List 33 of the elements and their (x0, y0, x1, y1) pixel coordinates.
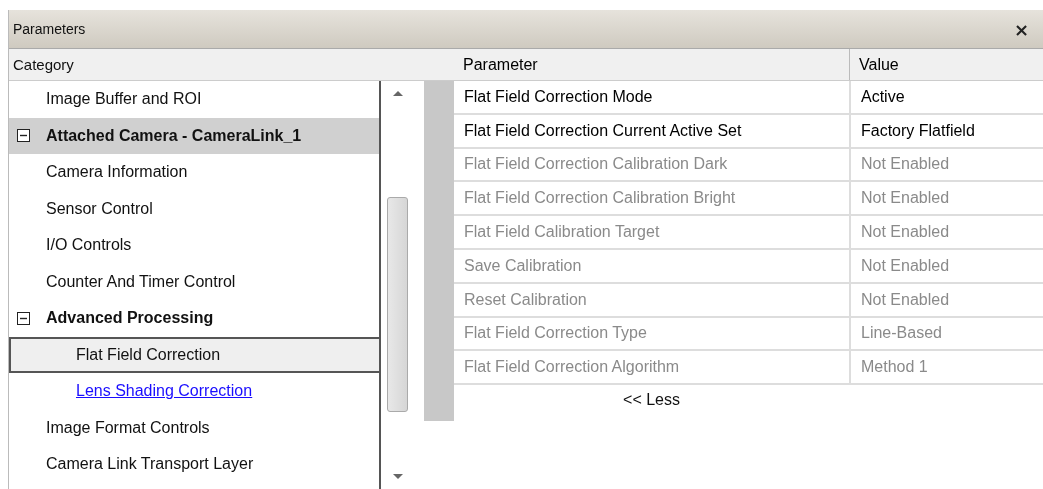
tree-item[interactable]: I/O Controls (42, 234, 136, 257)
tree-item[interactable]: Advanced Processing (42, 307, 218, 330)
parameter-name: Flat Field Correction Algorithm (463, 357, 681, 378)
tree-item[interactable]: Image Format Controls (42, 416, 214, 439)
column-header[interactable]: Parameter (454, 49, 849, 80)
less-button[interactable]: << Less (623, 391, 680, 410)
tree-item[interactable]: Flat Field Correction (9, 336, 379, 373)
parameter-name: Save Calibration (463, 255, 583, 276)
tree-item[interactable]: Camera Link Transport Layer (42, 453, 258, 476)
column-header[interactable]: Value (849, 49, 1043, 80)
link[interactable]: Lens Shading Correction (72, 380, 257, 403)
parameter-name: Flat Field Calibration Target (463, 222, 661, 243)
parameter-value[interactable]: Active (849, 81, 1043, 113)
parameter-name: Flat Field Correction Type (463, 323, 648, 344)
column-header: Category (9, 49, 416, 81)
parameter-value[interactable]: Factory Flatfield (849, 114, 1043, 147)
parameter-name: Reset Calibration (463, 289, 588, 310)
scroll-up-icon[interactable] (392, 89, 404, 97)
collapse-icon[interactable] (17, 311, 30, 325)
parameter-name: Flat Field Correction Calibration Bright (463, 188, 737, 209)
close-button[interactable]: × (1011, 18, 1031, 40)
parameter-name: Flat Field Correction Mode (463, 86, 654, 107)
scroll-down-icon[interactable] (392, 473, 404, 481)
tree-item[interactable]: Sensor Control (42, 197, 157, 220)
collapse-icon[interactable] (17, 129, 30, 143)
tree-item[interactable]: Image Buffer and ROI (42, 88, 206, 111)
parameter-name: Flat Field Correction Calibration Dark (463, 154, 729, 175)
scrollbar-thumb[interactable] (387, 197, 408, 412)
tree-item[interactable]: Counter And Timer Control (42, 270, 240, 293)
panel-title: Parameters (13, 21, 86, 37)
parameter-value[interactable]: Line-Based (849, 317, 1043, 350)
tree-item[interactable]: Camera Information (42, 161, 192, 184)
parameter-name: Flat Field Correction Current Active Set (463, 120, 743, 141)
